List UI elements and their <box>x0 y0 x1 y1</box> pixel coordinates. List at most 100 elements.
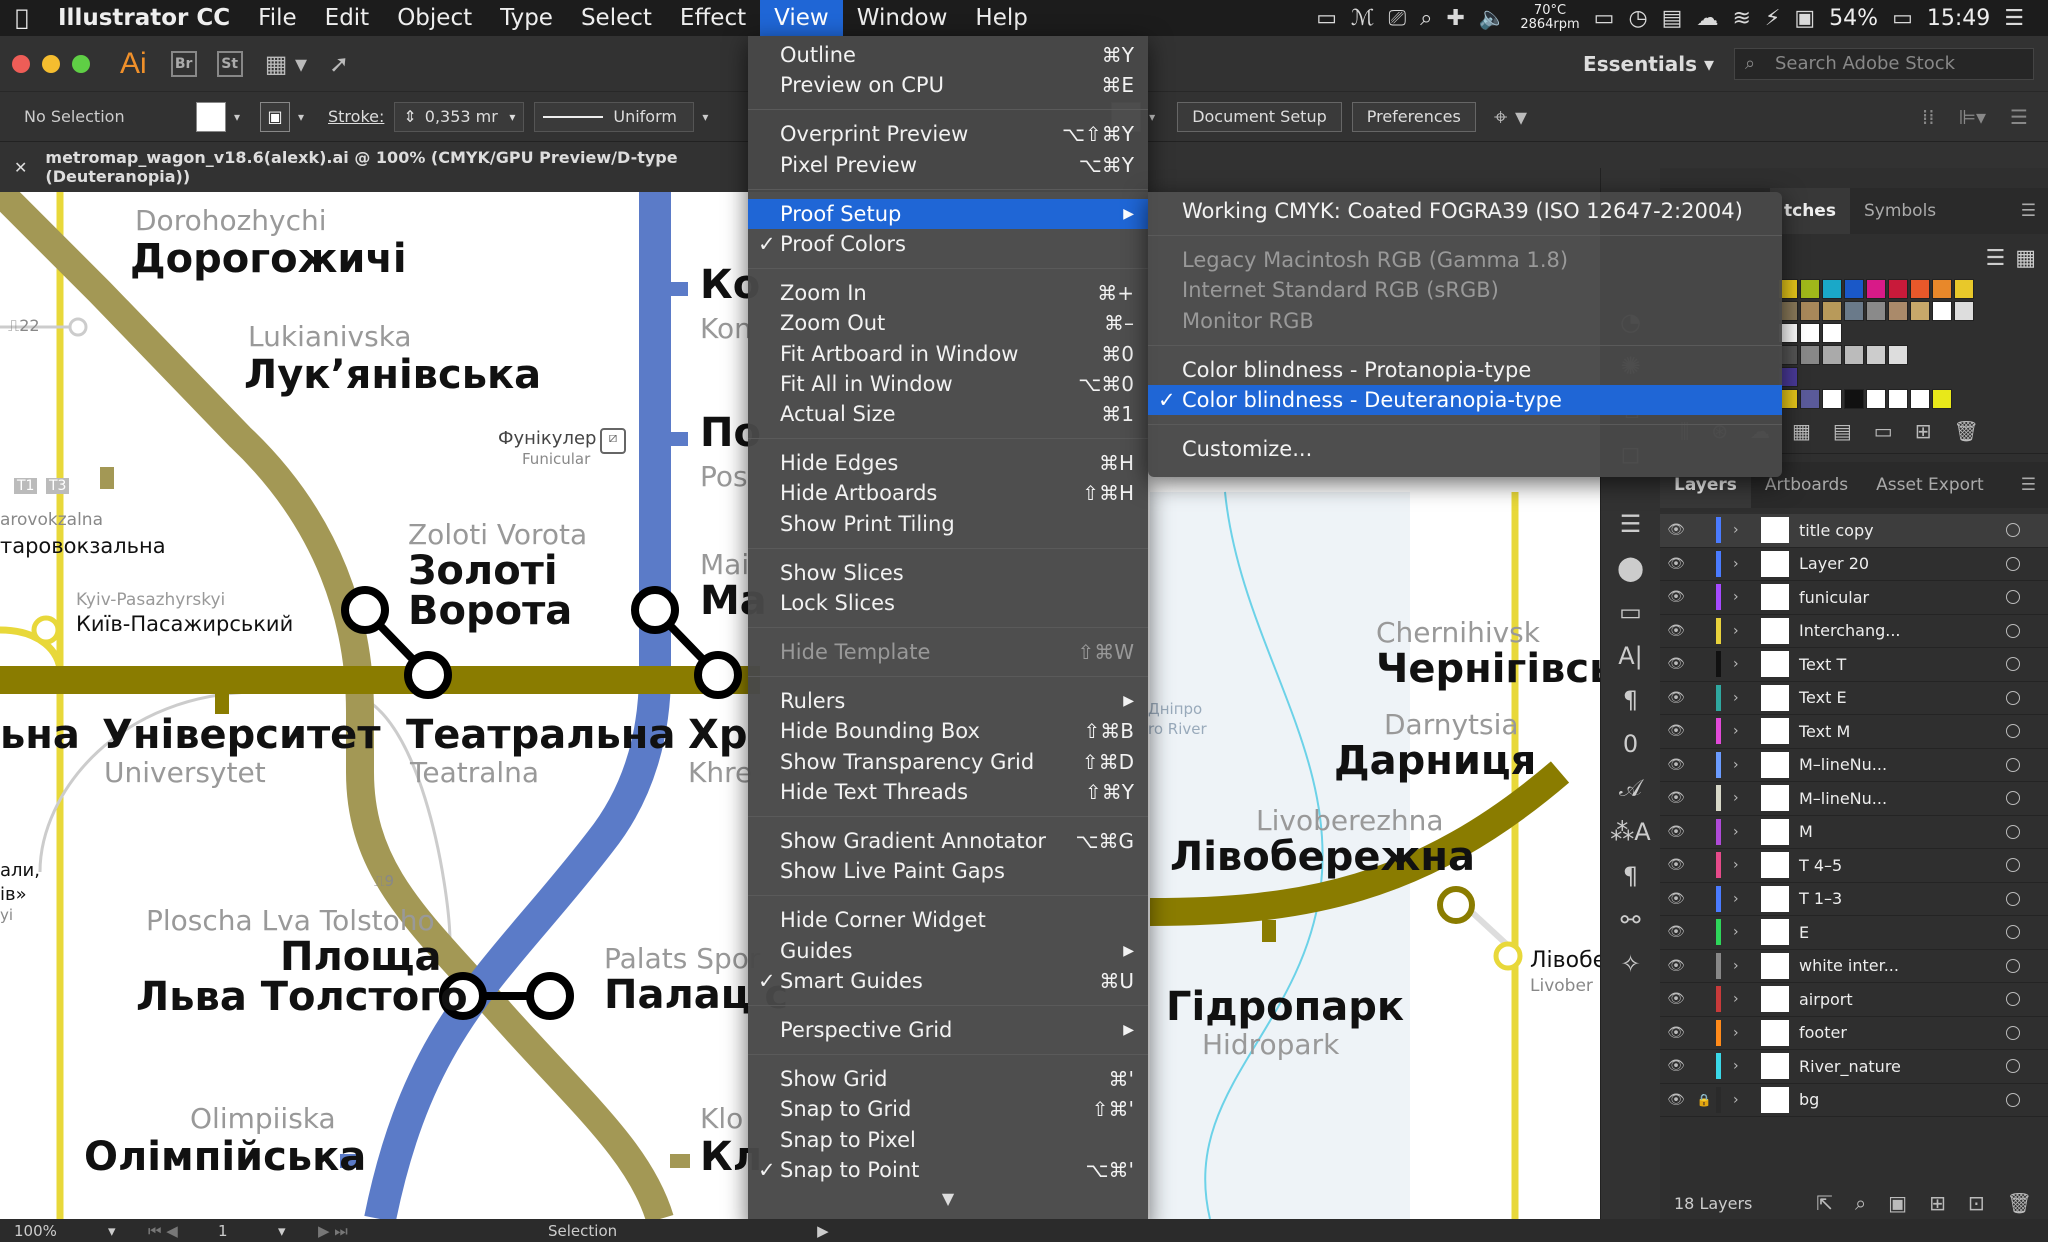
swatch[interactable] <box>1800 279 1820 299</box>
swatch[interactable] <box>1844 301 1864 321</box>
trash-icon[interactable]: 🗑 <box>2007 1191 2032 1215</box>
volume-icon[interactable]: 🔈 <box>1479 6 1506 31</box>
chevron-down-icon[interactable]: ▾ <box>108 1222 148 1240</box>
view-menu-item[interactable]: Hide Bounding Box ⇧⌘B <box>748 716 1148 746</box>
swatch[interactable] <box>1866 279 1886 299</box>
visibility-eye-icon[interactable]: 👁 <box>1660 857 1692 873</box>
layer-row[interactable]: 👁 › T 4–5 <box>1660 849 2048 883</box>
locate-icon[interactable]: ⌕ <box>1855 1191 1866 1215</box>
panel-menu-icon[interactable]: ☰ <box>2010 105 2028 129</box>
visibility-eye-icon[interactable]: 👁 <box>1660 522 1692 538</box>
swatch[interactable] <box>1844 279 1864 299</box>
layer-row[interactable]: 👁 › Interchang... <box>1660 615 2048 648</box>
plus-icon[interactable]: ✚ <box>1446 6 1464 31</box>
pathfinder-icon[interactable]: ⬤ <box>1611 548 1651 588</box>
links-panel-icon[interactable]: ⚯ <box>1611 900 1651 940</box>
layer-row[interactable]: 👁 › E <box>1660 916 2048 950</box>
swatch[interactable] <box>1822 345 1842 365</box>
minimize-window-button[interactable] <box>42 54 60 73</box>
visibility-eye-icon[interactable]: 👁 <box>1660 1025 1692 1041</box>
swatch[interactable] <box>1866 301 1886 321</box>
layer-name[interactable]: M–lineNu... <box>1799 789 2006 808</box>
menu-edit[interactable]: Edit <box>311 0 384 36</box>
proof-submenu-item[interactable]: Working CMYK: Coated FOGRA39 (ISO 12647-… <box>1148 196 1782 226</box>
view-menu-item[interactable]: Outline ⌘Y <box>748 40 1148 70</box>
menu-help[interactable]: Help <box>961 0 1041 36</box>
menu-type[interactable]: Type <box>486 0 567 36</box>
layer-row[interactable]: 👁 › footer <box>1660 1017 2048 1050</box>
expand-chevron-icon[interactable]: › <box>1733 790 1751 806</box>
view-menu-item[interactable]: Overprint Preview ⌥⇧⌘Y <box>748 119 1148 149</box>
view-menu-item[interactable]: Show Live Paint Gaps <box>748 856 1148 886</box>
export-icon[interactable]: ⇱ <box>1816 1191 1833 1215</box>
expand-chevron-icon[interactable]: › <box>1733 522 1751 538</box>
swatch[interactable] <box>1800 389 1820 409</box>
expand-chevron-icon[interactable]: › <box>1733 723 1751 739</box>
menu-scroll-down-icon[interactable]: ▼ <box>748 1185 1148 1213</box>
input-source-icon[interactable]: ▣ <box>1794 6 1815 31</box>
menu-app[interactable]: Illustrator CC <box>44 0 244 36</box>
trash-icon[interactable]: 🗑 <box>1953 419 1978 443</box>
expand-chevron-icon[interactable]: › <box>1733 891 1751 907</box>
target-circle-icon[interactable] <box>2006 1025 2020 1040</box>
target-circle-icon[interactable] <box>2006 556 2020 571</box>
view-menu-item[interactable]: Show Slices <box>748 558 1148 588</box>
swatch[interactable] <box>1866 389 1886 409</box>
view-menu-item[interactable]: Guides ▶ <box>748 936 1148 966</box>
bridge-button[interactable]: Br <box>170 50 197 77</box>
target-circle-icon[interactable] <box>2006 925 2020 940</box>
target-circle-icon[interactable] <box>2006 690 2020 705</box>
visibility-eye-icon[interactable]: 👁 <box>1660 1058 1692 1074</box>
target-circle-icon[interactable] <box>2006 958 2020 973</box>
swatch[interactable] <box>1932 279 1952 299</box>
swatch[interactable] <box>1910 279 1930 299</box>
panel-menu-icon[interactable]: ☰ <box>2021 201 2036 221</box>
visibility-eye-icon[interactable]: 👁 <box>1660 589 1692 605</box>
stroke-swatch[interactable]: ▣ <box>260 101 290 132</box>
target-circle-icon[interactable] <box>2006 523 2020 538</box>
view-menu-item[interactable]: ✓ Smart Guides ⌘U <box>748 966 1148 996</box>
visibility-eye-icon[interactable]: 👁 <box>1660 723 1692 739</box>
swatch[interactable] <box>1888 301 1908 321</box>
gpu-rocket-icon[interactable]: ➚ <box>329 50 349 78</box>
target-circle-icon[interactable] <box>2006 623 2020 638</box>
target-circle-icon[interactable] <box>2006 858 2020 873</box>
visibility-eye-icon[interactable]: 👁 <box>1660 656 1692 672</box>
swatch[interactable] <box>1844 345 1864 365</box>
layer-row[interactable]: 👁 › airport <box>1660 983 2048 1017</box>
view-menu-item[interactable]: Snap to Grid ⇧⌘' <box>748 1094 1148 1124</box>
layer-row[interactable]: 👁 › white inter... <box>1660 950 2048 983</box>
view-menu-item[interactable]: Hide Text Threads ⇧⌘Y <box>748 777 1148 807</box>
layer-name[interactable]: airport <box>1799 990 2006 1009</box>
artboard-nav-next-icon[interactable]: ▶ ⏭ <box>318 1222 438 1240</box>
target-circle-icon[interactable] <box>2006 757 2020 772</box>
stock-search-input[interactable]: ⌕ Search Adobe Stock <box>1734 47 2034 80</box>
close-tab-icon[interactable]: ✕ <box>14 158 27 177</box>
ram-icon[interactable]: ▤ <box>1662 6 1683 31</box>
preferences-button[interactable]: Preferences <box>1351 101 1476 132</box>
layer-row[interactable]: 👁 › Text T <box>1660 648 2048 682</box>
menu-file[interactable]: File <box>244 0 311 36</box>
layer-row[interactable]: 👁 › T 1–3 <box>1660 883 2048 916</box>
grid-view-icon[interactable]: ▦ <box>2015 246 2036 271</box>
swatch-options-icon[interactable]: ▦ <box>1792 419 1811 443</box>
swatch[interactable] <box>1888 345 1908 365</box>
swatch[interactable] <box>1932 389 1952 409</box>
target-circle-icon[interactable] <box>2006 657 2020 672</box>
view-menu-item[interactable]: Show Transparency Grid ⇧⌘D <box>748 747 1148 777</box>
variable-width-profile[interactable]: Uniform <box>534 101 695 132</box>
gradient-panel-icon[interactable]: ▭ <box>1611 592 1651 632</box>
zoom-level[interactable]: 100% <box>14 1222 94 1240</box>
layer-row[interactable]: 👁 › Text M <box>1660 715 2048 749</box>
expand-chevron-icon[interactable]: › <box>1733 1092 1751 1108</box>
visibility-eye-icon[interactable]: 👁 <box>1660 623 1692 639</box>
display-icon[interactable]: ▭ <box>1316 6 1337 31</box>
swatch[interactable] <box>1822 279 1842 299</box>
layer-name[interactable]: T 1–3 <box>1799 889 2006 908</box>
layer-name[interactable]: T 4–5 <box>1799 856 2006 875</box>
apple-icon[interactable]:  <box>0 6 44 31</box>
window-icon[interactable]: ▭ <box>1594 6 1615 31</box>
visibility-eye-icon[interactable]: 👁 <box>1660 757 1692 773</box>
view-menu-item[interactable]: Fit All in Window ⌥⌘0 <box>748 369 1148 399</box>
swatch[interactable] <box>1822 389 1842 409</box>
